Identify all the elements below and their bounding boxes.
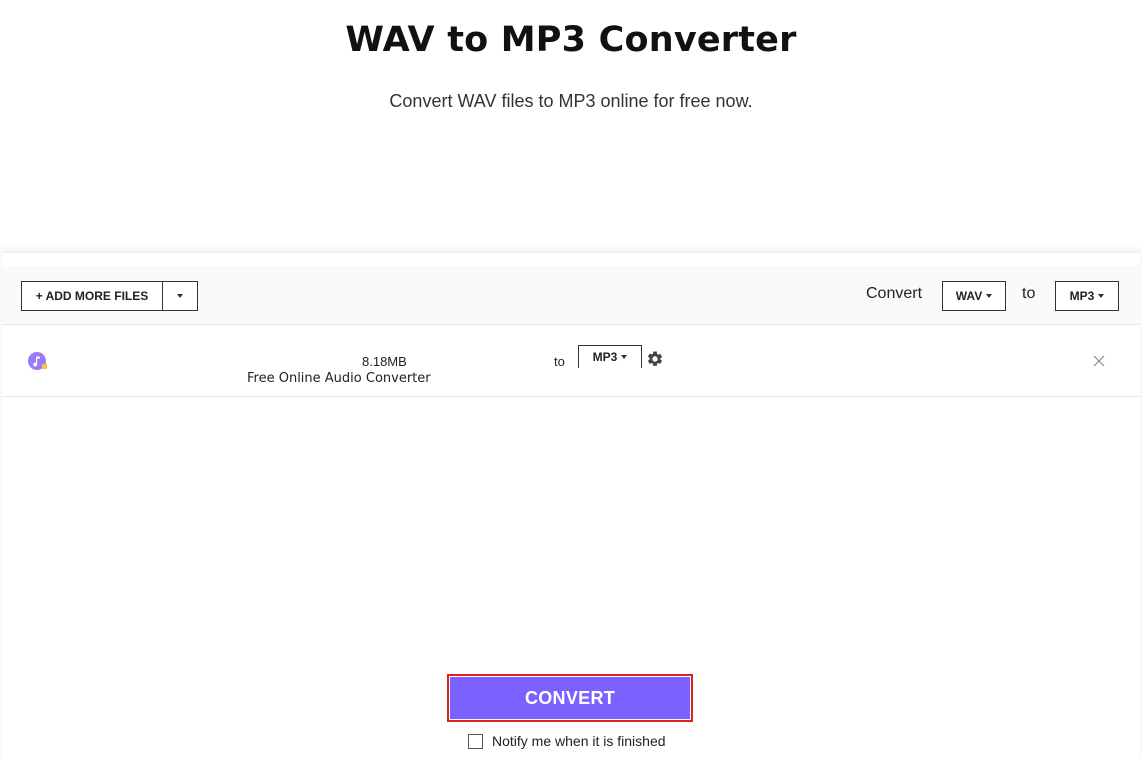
page-title: WAV to MP3 Converter — [345, 20, 797, 60]
target-format-select[interactable]: MP3 — [1055, 281, 1119, 311]
add-more-files-button[interactable]: + ADD MORE FILES — [22, 282, 163, 310]
caret-down-icon — [621, 355, 628, 359]
file-size: 8.18MB — [362, 354, 407, 369]
audio-file-icon — [28, 352, 47, 370]
target-format-value: MP3 — [1069, 289, 1095, 303]
convert-button[interactable]: CONVERT — [447, 674, 693, 722]
gear-icon[interactable] — [646, 350, 664, 368]
add-files-dropdown-button[interactable] — [163, 282, 197, 310]
source-format-value: WAV — [955, 289, 983, 303]
convert-label: Convert — [866, 285, 923, 302]
notify-checkbox[interactable] — [468, 733, 483, 749]
file-to-label: to — [554, 354, 565, 369]
notify-label: Notify me when it is finished — [492, 733, 666, 749]
to-label: to — [1022, 285, 1036, 302]
notify-option: Notify me when it is finished — [468, 733, 666, 749]
converter-toolbar: + ADD MORE FILES Convert WAV to MP3 — [2, 266, 1140, 325]
page-subtitle: Convert WAV files to MP3 online for free… — [389, 91, 753, 111]
caret-down-icon — [986, 294, 993, 298]
file-row: 8.18MB Free Online Audio Converter to MP… — [2, 325, 1140, 397]
converter-panel: + ADD MORE FILES Convert WAV to MP3 8.18… — [2, 252, 1140, 757]
add-files-group: + ADD MORE FILES — [21, 281, 198, 311]
caret-down-icon — [177, 294, 183, 298]
file-format-select[interactable]: MP3 — [578, 345, 642, 368]
caret-down-icon — [1098, 294, 1105, 298]
source-format-select[interactable]: WAV — [942, 281, 1006, 311]
file-name: Free Online Audio Converter — [247, 371, 431, 386]
file-format-value: MP3 — [592, 350, 618, 364]
close-icon[interactable] — [1093, 355, 1105, 367]
page: WAV to MP3 Converter Convert WAV files t… — [0, 0, 1142, 757]
